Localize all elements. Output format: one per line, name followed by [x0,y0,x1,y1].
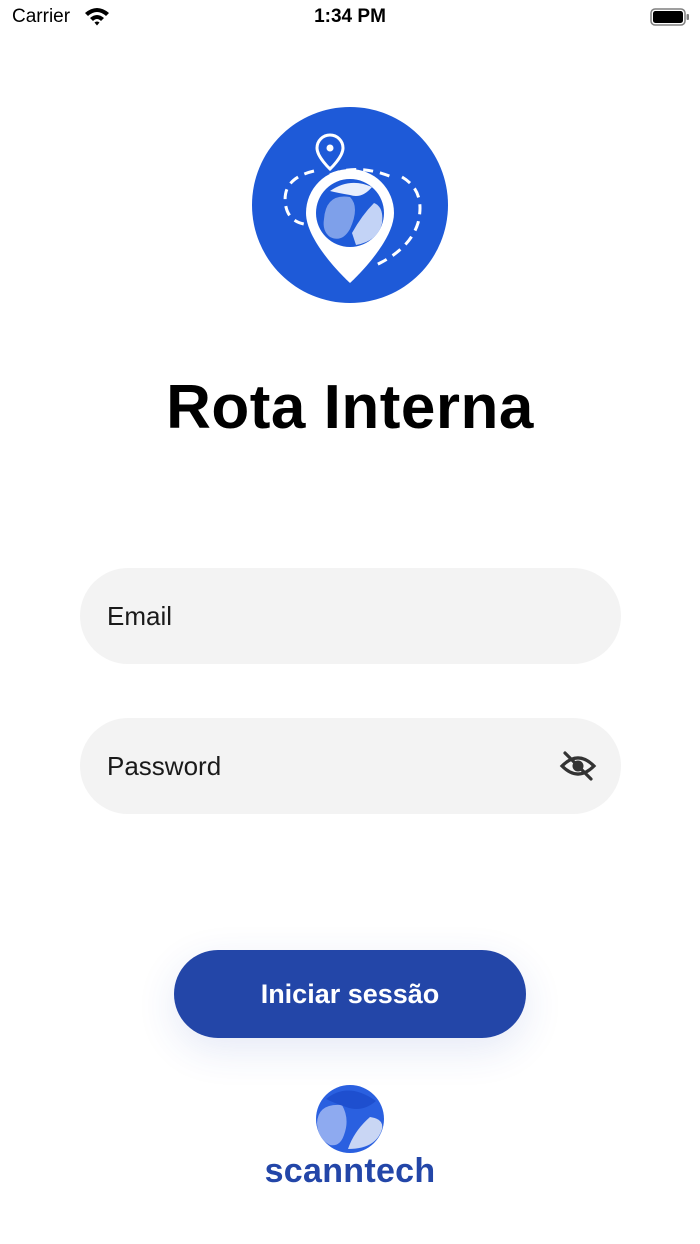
scanntech-logo [316,1085,384,1153]
brand-name: scanntech [264,1152,436,1190]
app-title: Rota Interna [166,373,534,442]
status-time: 1:34 PM [314,6,386,27]
password-field[interactable] [80,718,621,814]
password-input[interactable] [107,718,547,814]
app-logo [252,107,448,303]
email-field[interactable] [80,568,621,664]
battery-icon [650,8,689,26]
login-button[interactable]: Iniciar sessão [174,950,526,1038]
status-bar: Carrier 1:34 PM [0,0,700,40]
eye-slash-icon[interactable] [559,748,597,784]
email-input[interactable] [107,568,547,664]
